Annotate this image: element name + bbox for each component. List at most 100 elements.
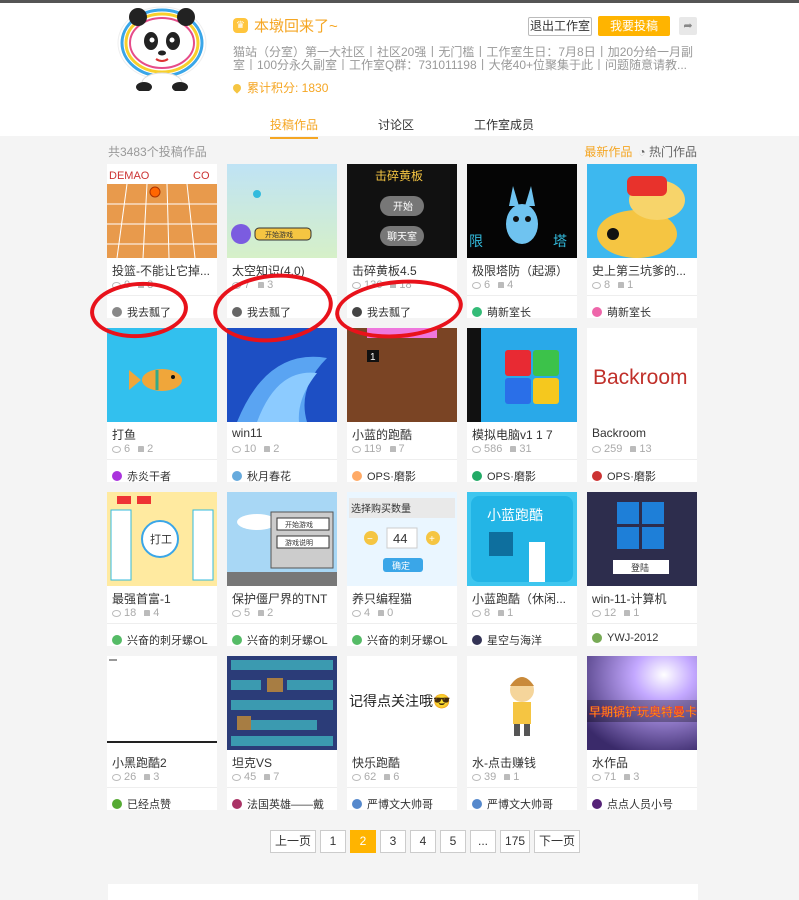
work-card[interactable]: 记得点关注哦😎 快乐跑酷 62 6 严博文大帅哥 bbox=[347, 656, 457, 810]
work-card[interactable]: 史上第三坑爹的... 8 1 萌新室长 bbox=[587, 164, 697, 318]
work-author[interactable]: OPS·磨影 bbox=[352, 468, 416, 482]
work-thumbnail[interactable]: 记得点关注哦😎 bbox=[347, 656, 457, 750]
work-thumbnail[interactable]: 早期锅铲玩奥特曼卡 bbox=[587, 656, 697, 750]
work-author[interactable]: 已经点赞 bbox=[112, 796, 171, 810]
work-card[interactable]: 小黑跑酷2 26 3 已经点赞 bbox=[107, 656, 217, 810]
work-card[interactable]: 打鱼 6 2 赤炎干者 bbox=[107, 328, 217, 482]
work-title[interactable]: 水作品 bbox=[592, 754, 692, 771]
work-card[interactable]: 水-点击赚钱 39 1 严博文大帅哥 bbox=[467, 656, 577, 810]
work-card[interactable]: win11 10 2 秋月春花 bbox=[227, 328, 337, 482]
work-thumbnail[interactable] bbox=[467, 328, 577, 422]
work-author[interactable]: OPS·磨影 bbox=[472, 468, 536, 482]
work-thumbnail[interactable]: DEMAO CO bbox=[107, 164, 217, 258]
eye-icon bbox=[352, 773, 361, 781]
exit-studio-button[interactable]: 退出工作室 bbox=[528, 17, 592, 36]
work-title[interactable]: 模拟电脑v1 1 7 bbox=[472, 426, 572, 443]
thumbs-up-icon bbox=[504, 774, 511, 780]
svg-text:开始游戏: 开始游戏 bbox=[285, 520, 313, 529]
view-count: 26 bbox=[124, 771, 137, 783]
work-card[interactable]: 早期锅铲玩奥特曼卡 水作品 71 3 点点人员小号 bbox=[587, 656, 697, 810]
work-card[interactable]: 小蓝跑酷 小蓝跑酷（休闲... 8 1 星空与海洋 bbox=[467, 492, 577, 646]
work-title[interactable]: 快乐跑酷 bbox=[352, 754, 452, 771]
work-author[interactable]: 萌新室长 bbox=[472, 304, 531, 318]
work-card[interactable]: 1 小蓝的跑酷 119 7 OPS·磨影 bbox=[347, 328, 457, 482]
work-thumbnail[interactable]: 登陆 bbox=[587, 492, 697, 586]
work-title[interactable]: Backroom bbox=[592, 426, 692, 440]
page-button[interactable]: 3 bbox=[380, 830, 407, 853]
next-page-button[interactable]: 下一页 bbox=[534, 830, 581, 853]
work-title[interactable]: 小蓝的跑酷 bbox=[352, 426, 452, 443]
studio-description: 猫站（分室）第一大社区丨社区20强丨无门槛丨工作室生日：7月8日丨加20分给一月… bbox=[233, 46, 694, 72]
work-title[interactable]: 投篮-不能让它掉... bbox=[112, 262, 212, 279]
work-title[interactable]: win-11-计算机 bbox=[592, 590, 692, 607]
work-title[interactable]: 保护僵尸界的TNT bbox=[232, 590, 332, 607]
work-thumbnail[interactable] bbox=[227, 328, 337, 422]
work-card[interactable]: 坦克VS 45 7 法国英雄——戴 bbox=[227, 656, 337, 810]
work-title[interactable]: 最强首富-1 bbox=[112, 590, 212, 607]
page-button[interactable]: 5 bbox=[440, 830, 467, 853]
work-author[interactable]: 兴奋的刺牙螺OL bbox=[112, 632, 208, 646]
work-author[interactable]: 严博文大帅哥 bbox=[472, 796, 553, 810]
work-author[interactable]: 秋月春花 bbox=[232, 468, 291, 482]
tab-submissions[interactable]: 投稿作品 bbox=[270, 116, 319, 139]
work-title[interactable]: 史上第三坑爹的... bbox=[592, 262, 692, 279]
thumbs-up-icon bbox=[264, 774, 271, 780]
work-thumbnail[interactable]: 打工 bbox=[107, 492, 217, 586]
work-title[interactable]: win11 bbox=[232, 426, 332, 440]
work-thumbnail[interactable]: 开始游戏 bbox=[227, 164, 337, 258]
sort-newest[interactable]: 最新作品 bbox=[584, 143, 632, 160]
work-stats: 62 6 bbox=[352, 771, 399, 783]
work-author[interactable]: OPS·磨影 bbox=[592, 468, 656, 482]
work-card[interactable]: 打工 最强首富-1 18 4 兴奋的刺牙螺OL bbox=[107, 492, 217, 646]
work-title[interactable]: 击碎黄板4.5 bbox=[352, 262, 452, 279]
work-thumbnail[interactable] bbox=[107, 328, 217, 422]
work-thumbnail[interactable]: 小蓝跑酷 bbox=[467, 492, 577, 586]
work-thumbnail[interactable] bbox=[467, 656, 577, 750]
work-author[interactable]: 兴奋的刺牙螺OL bbox=[232, 632, 328, 646]
work-author[interactable]: 点点人员小号 bbox=[592, 796, 673, 810]
page-button[interactable]: 175 bbox=[500, 830, 531, 853]
work-card[interactable]: 模拟电脑v1 1 7 586 31 OPS·磨影 bbox=[467, 328, 577, 482]
submit-work-button[interactable]: 我要投稿 bbox=[598, 16, 670, 36]
page-button[interactable]: 1 bbox=[320, 830, 347, 853]
work-title[interactable]: 养只编程猫 bbox=[352, 590, 452, 607]
like-count: 4 bbox=[153, 607, 160, 619]
work-author[interactable]: 赤炎干者 bbox=[112, 468, 171, 482]
work-author[interactable]: 法国英雄——戴 bbox=[232, 796, 324, 810]
work-author[interactable]: YWJ-2012 bbox=[592, 632, 658, 644]
view-count: 586 bbox=[484, 443, 503, 455]
work-title[interactable]: 极限塔防（起源） bbox=[472, 262, 572, 279]
work-title[interactable]: 坦克VS bbox=[232, 754, 332, 771]
prev-page-button[interactable]: 上一页 bbox=[270, 830, 317, 853]
work-card[interactable]: Backroom Backroom 259 13 OPS·磨影 bbox=[587, 328, 697, 482]
work-thumbnail[interactable]: Backroom bbox=[587, 328, 697, 422]
work-thumbnail[interactable]: 限塔 bbox=[467, 164, 577, 258]
work-title[interactable]: 打鱼 bbox=[112, 426, 212, 443]
work-thumbnail[interactable] bbox=[107, 656, 217, 750]
work-thumbnail[interactable]: 1 bbox=[347, 328, 457, 422]
work-card[interactable]: 登陆 win-11-计算机 12 1 YWJ-2012 bbox=[587, 492, 697, 646]
page-button[interactable]: 2 bbox=[350, 830, 377, 853]
location-pin-icon bbox=[231, 81, 243, 94]
work-title[interactable]: 小黑跑酷2 bbox=[112, 754, 212, 771]
tab-members[interactable]: 工作室成员 bbox=[474, 116, 534, 133]
work-author[interactable]: 兴奋的刺牙螺OL bbox=[352, 632, 448, 646]
work-thumbnail[interactable]: 选择购买数量 − 44 + 确定 bbox=[347, 492, 457, 586]
svg-text:44: 44 bbox=[393, 531, 407, 546]
work-thumbnail[interactable]: 开始游戏 游戏说明 bbox=[227, 492, 337, 586]
work-card[interactable]: 限塔 极限塔防（起源） 6 4 萌新室长 bbox=[467, 164, 577, 318]
work-title[interactable]: 水-点击赚钱 bbox=[472, 754, 572, 771]
work-thumbnail[interactable] bbox=[587, 164, 697, 258]
page-button[interactable]: 4 bbox=[410, 830, 437, 853]
work-title[interactable]: 小蓝跑酷（休闲... bbox=[472, 590, 572, 607]
work-author[interactable]: 严博文大帅哥 bbox=[352, 796, 433, 810]
work-card[interactable]: 开始游戏 游戏说明 保护僵尸界的TNT 5 2 兴奋的刺牙螺OL bbox=[227, 492, 337, 646]
share-icon[interactable]: ➦ bbox=[679, 17, 697, 35]
work-author[interactable]: 星空与海洋 bbox=[472, 632, 542, 646]
work-card[interactable]: 选择购买数量 − 44 + 确定 养只编程猫 4 0 兴奋的刺牙螺OL bbox=[347, 492, 457, 646]
work-thumbnail[interactable] bbox=[227, 656, 337, 750]
work-thumbnail[interactable]: 击碎黄板 开始 聊天室 bbox=[347, 164, 457, 258]
work-author[interactable]: 萌新室长 bbox=[592, 304, 651, 318]
tab-discussion[interactable]: 讨论区 bbox=[378, 116, 414, 133]
sort-hot[interactable]: ◔ 热门作品 bbox=[638, 143, 697, 160]
